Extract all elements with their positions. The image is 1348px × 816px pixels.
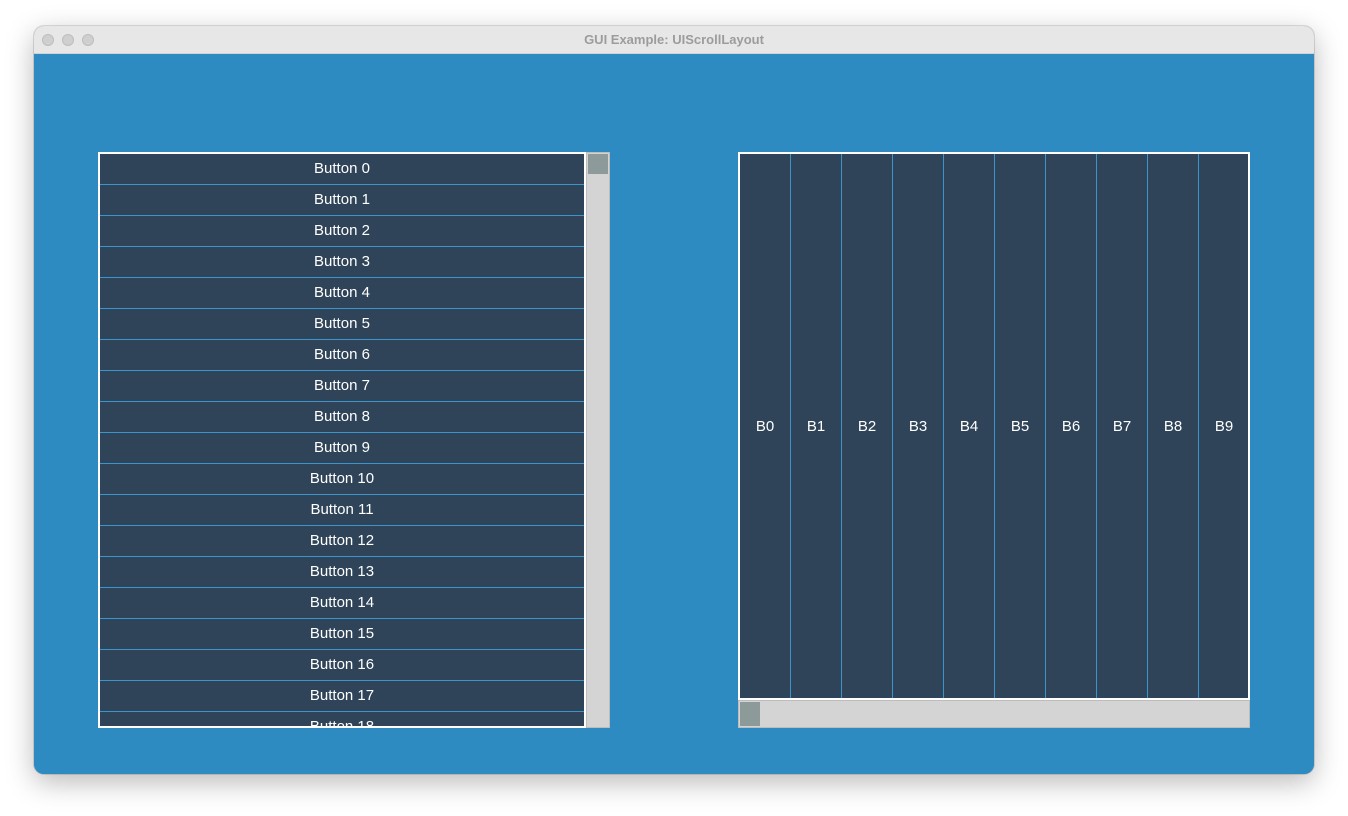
horizontal-list-button[interactable]: B5 [995,154,1046,698]
horizontal-scroll-layout[interactable]: B0 B1 B2 B3 B4 B5 B6 B7 B8 B9 [738,152,1250,700]
vertical-list-button[interactable]: Button 6 [100,340,584,371]
vertical-list-button[interactable]: Button 4 [100,278,584,309]
vertical-list-button[interactable]: Button 0 [100,154,584,185]
vertical-list-button[interactable]: Button 1 [100,185,584,216]
vertical-list-button[interactable]: Button 10 [100,464,584,495]
horizontal-list-button[interactable]: B0 [740,154,791,698]
vertical-list-button[interactable]: Button 5 [100,309,584,340]
horizontal-list-button[interactable]: B1 [791,154,842,698]
horizontal-list-button[interactable]: B2 [842,154,893,698]
vertical-scroll-layout[interactable]: Button 0 Button 1 Button 2 Button 3 Button 4… [98,152,586,728]
vertical-list-button[interactable]: Button 7 [100,371,584,402]
horizontal-list-button[interactable]: B4 [944,154,995,698]
content-area: Button 0 Button 1 Button 2 Button 3 Button 4… [34,54,1314,774]
vertical-scrollbar-thumb[interactable] [588,154,608,174]
horizontal-button-list: B0 B1 B2 B3 B4 B5 B6 B7 B8 B9 [740,154,1248,698]
horizontal-list-button[interactable]: B8 [1148,154,1199,698]
horizontal-list-button[interactable]: B6 [1046,154,1097,698]
vertical-list-button[interactable]: Button 14 [100,588,584,619]
vertical-list-button[interactable]: Button 13 [100,557,584,588]
app-window: GUI Example: UIScrollLayout Button 0 Butt… [34,26,1314,774]
vertical-list-button[interactable]: Button 9 [100,433,584,464]
vertical-scrollbar[interactable] [586,152,610,728]
vertical-list-button[interactable]: Button 12 [100,526,584,557]
vertical-list-button[interactable]: Button 17 [100,681,584,712]
horizontal-list-button[interactable]: B7 [1097,154,1148,698]
vertical-list-button[interactable]: Button 18 [100,712,584,726]
horizontal-list-button[interactable]: B3 [893,154,944,698]
vertical-list-button[interactable]: Button 3 [100,247,584,278]
vertical-list-button[interactable]: Button 16 [100,650,584,681]
vertical-list-button[interactable]: Button 15 [100,619,584,650]
horizontal-scrollbar[interactable] [738,700,1250,728]
vertical-list-button[interactable]: Button 11 [100,495,584,526]
horizontal-list-button[interactable]: B9 [1199,154,1248,698]
vertical-button-list: Button 0 Button 1 Button 2 Button 3 Button 4… [100,154,584,726]
horizontal-scrollbar-thumb[interactable] [740,702,760,726]
vertical-list-button[interactable]: Button 8 [100,402,584,433]
vertical-list-button[interactable]: Button 2 [100,216,584,247]
window-title: GUI Example: UIScrollLayout [584,32,764,47]
title-bar[interactable]: GUI Example: UIScrollLayout [34,26,1314,54]
